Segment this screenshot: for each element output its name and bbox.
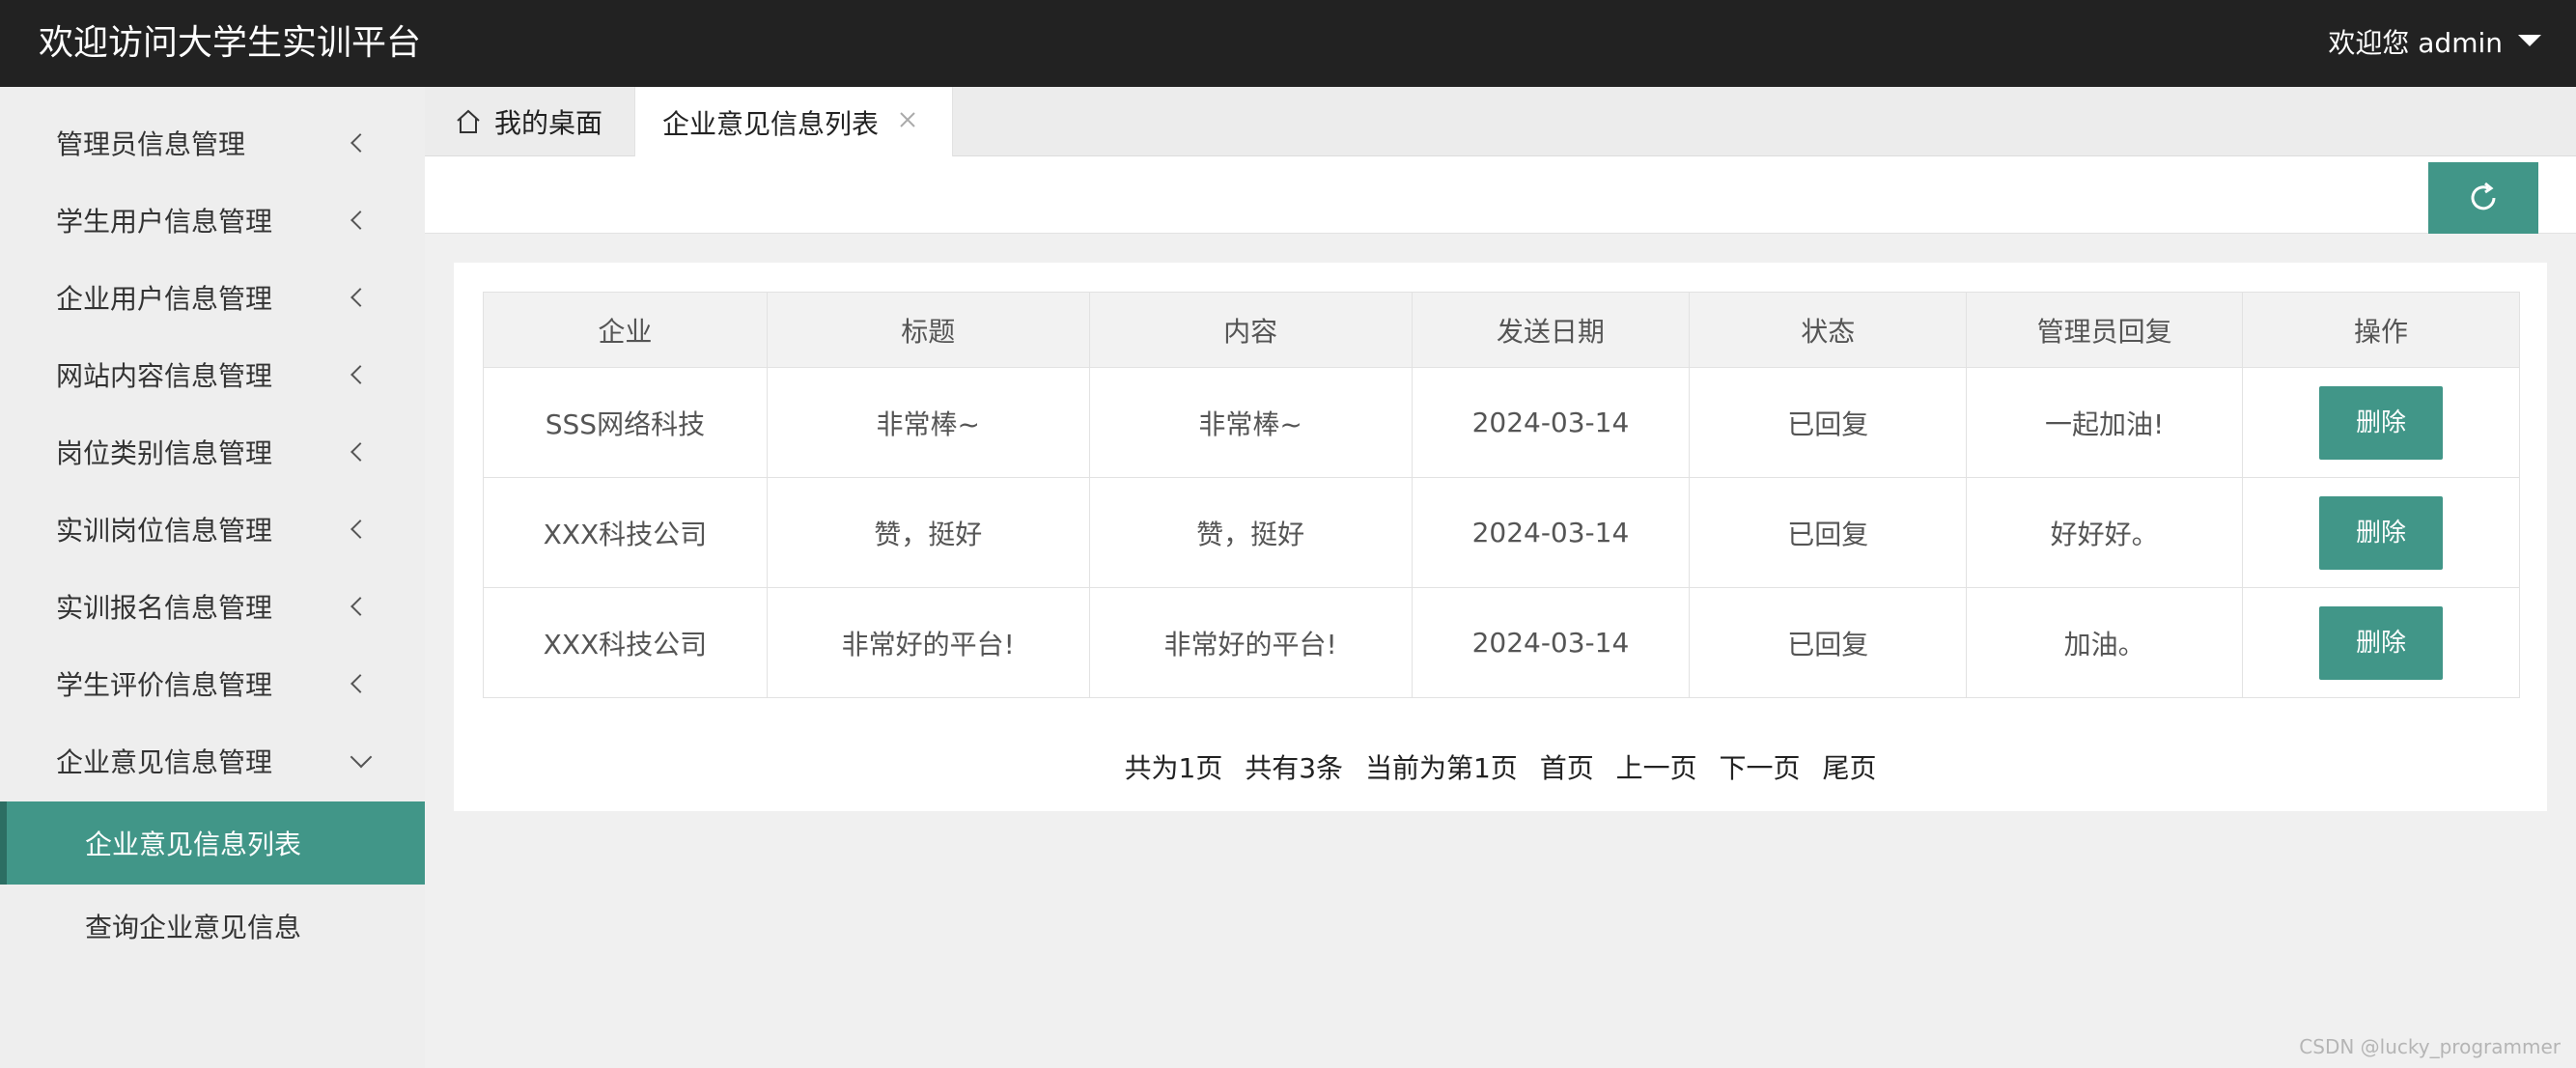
cell-date: 2024-03-14 [1411, 477, 1691, 588]
sidebar-subitem-label: 企业意见信息列表 [85, 829, 302, 860]
table-row: XXX科技公司 非常好的平台! 非常好的平台! 2024-03-14 已回复 加… [483, 587, 2520, 698]
table-row: SSS网络科技 非常棒~ 非常棒~ 2024-03-14 已回复 一起加油! 删… [483, 367, 2520, 478]
home-icon [457, 109, 480, 133]
cell-content: 非常棒~ [1088, 367, 1413, 478]
pagination-prev-link[interactable]: 上一页 [1616, 752, 1697, 784]
cell-reply: 一起加油! [1966, 367, 2244, 478]
column-header: 发送日期 [1411, 292, 1691, 368]
column-header: 内容 [1088, 292, 1413, 368]
column-header: 企业 [483, 292, 768, 368]
chevron-left-icon [350, 597, 370, 616]
pagination: 共为1页 共有3条 当前为第1页 首页 上一页 下一页 尾页 [454, 747, 2547, 786]
sidebar-subitem-label: 查询企业意见信息 [85, 912, 302, 943]
sidebar-item-label: 学生评价信息管理 [56, 669, 273, 701]
app-title: 欢迎访问大学生实训平台 [39, 23, 422, 63]
table-header-row: 企业 标题 内容 发送日期 状态 管理员回复 操作 [483, 292, 2520, 368]
sidebar-item-label: 管理员信息管理 [56, 128, 246, 160]
sidebar-item-label: 实训报名信息管理 [56, 592, 273, 624]
cell-content: 非常好的平台! [1088, 587, 1413, 698]
column-header: 管理员回复 [1966, 292, 2244, 368]
sidebar-item-admin-info[interactable]: 管理员信息管理 [0, 104, 425, 182]
sidebar-item-company-feedback[interactable]: 企业意见信息管理 [0, 722, 425, 800]
cell-company: XXX科技公司 [483, 587, 768, 698]
chevron-down-icon [350, 745, 373, 769]
cell-reply: 加油。 [1966, 587, 2244, 698]
sidebar-item-job-category[interactable]: 岗位类别信息管理 [0, 413, 425, 491]
sidebar-item-label: 岗位类别信息管理 [56, 437, 273, 469]
chevron-left-icon [350, 520, 370, 539]
sidebar-item-training-signup[interactable]: 实训报名信息管理 [0, 568, 425, 645]
sidebar-item-label: 企业用户信息管理 [56, 283, 273, 315]
top-header: 欢迎访问大学生实训平台 欢迎您 admin [0, 0, 2576, 87]
chevron-left-icon [350, 211, 370, 230]
chevron-left-icon [350, 133, 370, 153]
sidebar-item-student-reviews[interactable]: 学生评价信息管理 [0, 645, 425, 722]
tab-home[interactable]: 我的桌面 [454, 87, 602, 156]
sidebar-item-student-users[interactable]: 学生用户信息管理 [0, 182, 425, 259]
cell-status: 已回复 [1689, 587, 1968, 698]
close-icon[interactable] [896, 108, 919, 131]
column-header: 操作 [2242, 292, 2520, 368]
caret-down-icon [2518, 35, 2541, 46]
sidebar: 管理员信息管理 学生用户信息管理 企业用户信息管理 网站内容信息管理 岗位类别信… [0, 87, 425, 1068]
delete-button[interactable]: 删除 [2319, 495, 2444, 570]
delete-button[interactable]: 删除 [2319, 605, 2444, 680]
cell-title: 非常好的平台! [766, 587, 1090, 698]
pagination-last-link[interactable]: 尾页 [1822, 752, 1876, 784]
chevron-left-icon [350, 674, 370, 693]
content-card: 企业 标题 内容 发送日期 状态 管理员回复 操作 SSS网络科技 非常棒~ 非… [454, 263, 2547, 811]
pagination-total-items: 共有3条 [1245, 752, 1344, 784]
sidebar-item-training-jobs[interactable]: 实训岗位信息管理 [0, 491, 425, 568]
cell-action: 删除 [2242, 587, 2520, 698]
cell-action: 删除 [2242, 367, 2520, 478]
feedback-table: 企业 标题 内容 发送日期 状态 管理员回复 操作 SSS网络科技 非常棒~ 非… [483, 292, 2520, 698]
sidebar-item-label: 企业意见信息管理 [56, 746, 273, 778]
cell-content: 赞，挺好 [1088, 477, 1413, 588]
sidebar-subitem-feedback-query[interactable]: 查询企业意见信息 [0, 885, 425, 968]
cell-date: 2024-03-14 [1411, 367, 1691, 478]
pagination-next-link[interactable]: 下一页 [1720, 752, 1801, 784]
cell-action: 删除 [2242, 477, 2520, 588]
delete-button[interactable]: 删除 [2319, 385, 2444, 460]
column-header: 状态 [1689, 292, 1968, 368]
sidebar-item-label: 网站内容信息管理 [56, 360, 273, 392]
toolbar [425, 156, 2576, 234]
sidebar-item-label: 学生用户信息管理 [56, 206, 273, 238]
cell-company: SSS网络科技 [483, 367, 768, 478]
sidebar-item-company-users[interactable]: 企业用户信息管理 [0, 259, 425, 336]
cell-title: 赞，挺好 [766, 477, 1090, 588]
chevron-left-icon [350, 365, 370, 384]
cell-title: 非常棒~ [766, 367, 1090, 478]
cell-company: XXX科技公司 [483, 477, 768, 588]
tab-label: 我的桌面 [494, 107, 603, 139]
chevron-left-icon [350, 288, 370, 307]
cell-status: 已回复 [1689, 477, 1968, 588]
pagination-first-link[interactable]: 首页 [1540, 752, 1594, 784]
sidebar-item-label: 实训岗位信息管理 [56, 515, 273, 547]
cell-date: 2024-03-14 [1411, 587, 1691, 698]
tab-label: 企业意见信息列表 [662, 107, 880, 140]
refresh-icon [2471, 182, 2496, 211]
cell-reply: 好好好。 [1966, 477, 2244, 588]
user-greeting: 欢迎您 admin [2328, 27, 2503, 59]
chevron-left-icon [350, 442, 370, 462]
user-menu[interactable]: 欢迎您 admin [2328, 0, 2541, 87]
watermark: CSDN @lucky_programmer [2299, 1035, 2561, 1058]
pagination-total-pages: 共为1页 [1124, 752, 1223, 784]
cell-status: 已回复 [1689, 367, 1968, 478]
tab-bar: 我的桌面 企业意见信息列表 [425, 87, 2576, 157]
table-row: XXX科技公司 赞，挺好 赞，挺好 2024-03-14 已回复 好好好。 删除 [483, 477, 2520, 588]
pagination-current: 当前为第1页 [1364, 752, 1518, 784]
tab-feedback-list[interactable]: 企业意见信息列表 [634, 87, 953, 157]
sidebar-item-site-content[interactable]: 网站内容信息管理 [0, 336, 425, 413]
refresh-button[interactable] [2428, 162, 2538, 234]
sidebar-subitem-feedback-list[interactable]: 企业意见信息列表 [0, 801, 425, 885]
column-header: 标题 [766, 292, 1090, 368]
